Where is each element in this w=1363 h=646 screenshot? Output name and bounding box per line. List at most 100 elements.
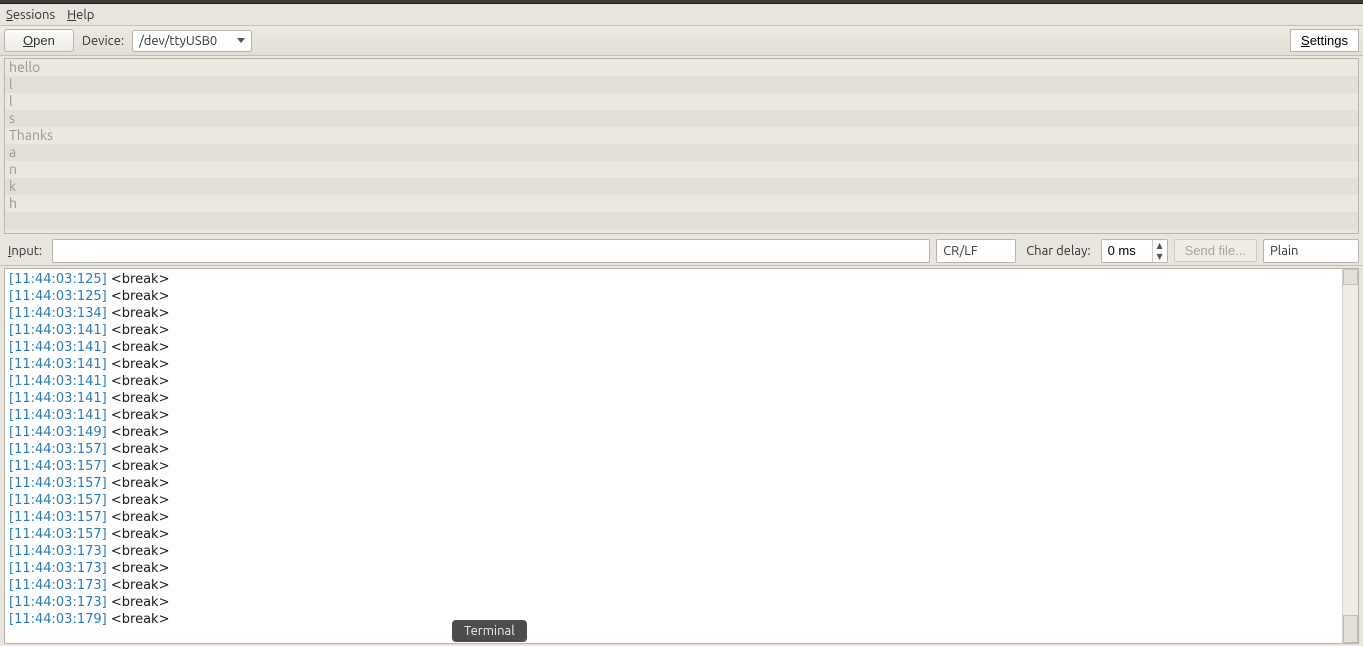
receive-line: a: [5, 144, 1358, 161]
device-label: Device:: [78, 34, 128, 48]
log-timestamp: [11:44:03:149]: [9, 425, 107, 440]
log-line: [11:44:03:125] <break>: [9, 271, 1338, 288]
log-message: <break>: [107, 306, 170, 321]
log-message: <break>: [107, 493, 170, 508]
line-ending-value: CR/LF: [943, 244, 978, 258]
log-timestamp: [11:44:03:141]: [9, 374, 107, 389]
receive-line: [5, 212, 1358, 229]
log-line: [11:44:03:141] <break>: [9, 390, 1338, 407]
device-value: /dev/ttyUSB0: [139, 34, 217, 48]
receive-line: l: [5, 93, 1358, 110]
encoding-value: Plain: [1270, 244, 1298, 258]
log-message: <break>: [107, 374, 170, 389]
log-line: [11:44:03:173] <break>: [9, 594, 1338, 611]
log-timestamp: [11:44:03:157]: [9, 476, 107, 491]
log-line: [11:44:03:157] <break>: [9, 458, 1338, 475]
log-timestamp: [11:44:03:141]: [9, 408, 107, 423]
char-delay-label: Char delay:: [1022, 244, 1094, 258]
log-line: [11:44:03:141] <break>: [9, 339, 1338, 356]
log-line: [11:44:03:125] <break>: [9, 288, 1338, 305]
receive-line: h: [5, 195, 1358, 212]
log-line: [11:44:03:141] <break>: [9, 356, 1338, 373]
log-timestamp: [11:44:03:141]: [9, 391, 107, 406]
log-message: <break>: [107, 527, 170, 542]
open-button[interactable]: Open: [4, 29, 74, 52]
log-timestamp: [11:44:03:141]: [9, 323, 107, 338]
log-line: [11:44:03:141] <break>: [9, 373, 1338, 390]
log-line: [11:44:03:157] <break>: [9, 441, 1338, 458]
log-line: [11:44:03:157] <break>: [9, 492, 1338, 509]
log-message: <break>: [107, 323, 170, 338]
input-label: Input:: [4, 244, 46, 258]
log-line: [11:44:03:141] <break>: [9, 322, 1338, 339]
settings-button[interactable]: Settings: [1290, 29, 1359, 52]
input-row: Input: CR/LF Char delay: ▲ ▼ Send file..…: [0, 236, 1363, 266]
log-message: <break>: [107, 357, 170, 372]
tooltip: Terminal: [452, 620, 527, 642]
menu-sessions[interactable]: Sessions: [6, 8, 55, 22]
log-line: [11:44:03:173] <break>: [9, 577, 1338, 594]
char-delay-spinner[interactable]: ▲ ▼: [1101, 239, 1168, 263]
receive-line: s: [5, 110, 1358, 127]
receive-line: Thanks: [5, 127, 1358, 144]
log-timestamp: [11:44:03:157]: [9, 459, 107, 474]
log-message: <break>: [107, 544, 170, 559]
input-field[interactable]: [52, 239, 930, 263]
chevron-down-icon: [237, 38, 245, 43]
log-message: <break>: [107, 272, 170, 287]
log-line: [11:44:03:134] <break>: [9, 305, 1338, 322]
log-timestamp: [11:44:03:173]: [9, 595, 107, 610]
log-timestamp: [11:44:03:173]: [9, 578, 107, 593]
toolbar: Open Device: /dev/ttyUSB0 Settings: [0, 26, 1363, 56]
log-message: <break>: [107, 289, 170, 304]
log-line: [11:44:03:173] <break>: [9, 543, 1338, 560]
log-message: <break>: [107, 408, 170, 423]
log-line: [11:44:03:179] <break>: [9, 611, 1338, 628]
spinner-down-icon[interactable]: ▼: [1153, 251, 1167, 262]
send-file-button: Send file...: [1174, 239, 1257, 262]
scrollbar[interactable]: [1342, 269, 1358, 643]
receive-panel[interactable]: hellollsThanksankh: [4, 58, 1359, 234]
log-area: [11:44:03:125] <break>[11:44:03:125] <br…: [4, 268, 1359, 644]
scroll-stepper-top[interactable]: [1343, 269, 1358, 285]
log-timestamp: [11:44:03:125]: [9, 289, 107, 304]
log-timestamp: [11:44:03:157]: [9, 442, 107, 457]
log-message: <break>: [107, 612, 170, 627]
log-timestamp: [11:44:03:125]: [9, 272, 107, 287]
log-message: <break>: [107, 391, 170, 406]
log-message: <break>: [107, 561, 170, 576]
receive-line: hello: [5, 59, 1358, 76]
log-timestamp: [11:44:03:134]: [9, 306, 107, 321]
receive-line: l: [5, 76, 1358, 93]
spinner-up-icon[interactable]: ▲: [1153, 240, 1167, 251]
log-timestamp: [11:44:03:173]: [9, 544, 107, 559]
receive-line: n: [5, 161, 1358, 178]
log-message: <break>: [107, 340, 170, 355]
log-line: [11:44:03:173] <break>: [9, 560, 1338, 577]
device-combo[interactable]: /dev/ttyUSB0: [132, 30, 252, 52]
log-line: [11:44:03:157] <break>: [9, 475, 1338, 492]
log-timestamp: [11:44:03:157]: [9, 493, 107, 508]
receive-line: k: [5, 178, 1358, 195]
log-timestamp: [11:44:03:141]: [9, 340, 107, 355]
menu-help[interactable]: Help: [67, 8, 94, 22]
menubar: Sessions Help: [0, 4, 1363, 26]
log-message: <break>: [107, 510, 170, 525]
line-ending-combo[interactable]: CR/LF: [936, 239, 1016, 263]
log-message: <break>: [107, 459, 170, 474]
log-message: <break>: [107, 442, 170, 457]
log-message: <break>: [107, 595, 170, 610]
log-timestamp: [11:44:03:173]: [9, 561, 107, 576]
scroll-thumb[interactable]: [1343, 615, 1358, 643]
log-timestamp: [11:44:03:157]: [9, 527, 107, 542]
log-line: [11:44:03:141] <break>: [9, 407, 1338, 424]
log-message: <break>: [107, 578, 170, 593]
log-line: [11:44:03:157] <break>: [9, 526, 1338, 543]
log-content[interactable]: [11:44:03:125] <break>[11:44:03:125] <br…: [5, 269, 1342, 643]
log-timestamp: [11:44:03:141]: [9, 357, 107, 372]
log-message: <break>: [107, 476, 170, 491]
log-message: <break>: [107, 425, 170, 440]
char-delay-value[interactable]: [1108, 243, 1152, 258]
encoding-combo[interactable]: Plain: [1263, 239, 1359, 263]
log-timestamp: [11:44:03:179]: [9, 612, 107, 627]
